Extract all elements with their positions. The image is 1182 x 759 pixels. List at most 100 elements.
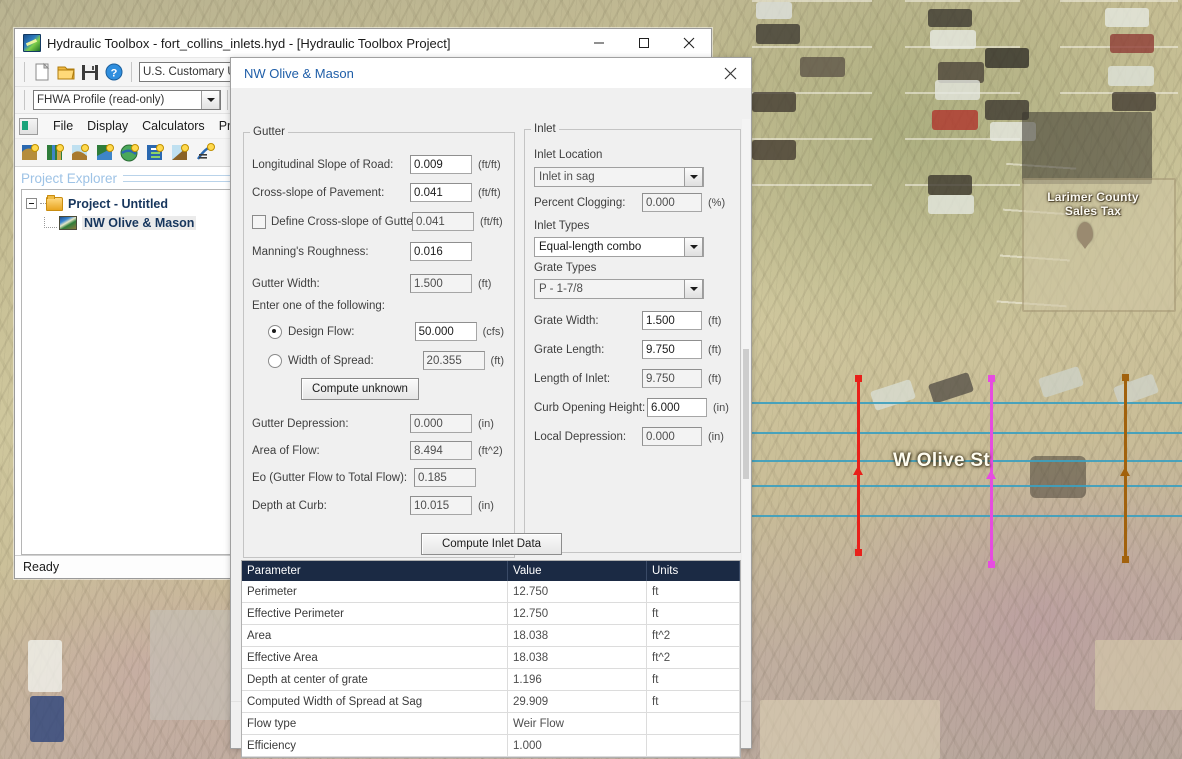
maximize-icon[interactable]	[621, 29, 666, 57]
table-row[interactable]: Efficiency1.000	[242, 735, 740, 757]
compute-inlet-data-button[interactable]: Compute Inlet Data	[421, 533, 562, 555]
cell-value: 29.909	[508, 691, 647, 713]
save-disk-icon[interactable]	[79, 61, 101, 83]
median-ditch-icon[interactable]	[44, 142, 67, 164]
inlet-types-combo[interactable]: Equal-length combo	[534, 237, 704, 257]
table-row[interactable]: Depth at center of grate1.196ft	[242, 669, 740, 691]
menu-item-calculators[interactable]: Calculators	[135, 117, 212, 135]
cell-units: ft^2	[647, 625, 740, 647]
area-of-flow-input[interactable]	[410, 441, 472, 460]
chevron-down-icon[interactable]	[201, 90, 220, 110]
cross-slope-gutter-input[interactable]	[412, 212, 474, 231]
results-table[interactable]: Parameter Value Units Perimeter12.750ftE…	[241, 560, 741, 758]
grate-types-combo[interactable]: P - 1-7/8	[534, 279, 704, 299]
close-icon[interactable]	[709, 58, 751, 88]
menu-item-file[interactable]: File	[46, 117, 80, 135]
field-label: Design Flow:	[288, 326, 415, 338]
inlet-dialog: NW Olive & Mason Gutter Longitudinal Slo…	[230, 57, 752, 749]
table-row[interactable]: Flow typeWeir Flow	[242, 713, 740, 735]
cross-slope-pavement-input[interactable]	[410, 183, 472, 202]
cross-section-red[interactable]	[857, 378, 860, 553]
mannings-roughness-input[interactable]	[410, 242, 472, 261]
field-gutter-width: Gutter Width: (ft)	[252, 274, 504, 293]
folder-icon	[46, 197, 63, 211]
field-unit: (ft)	[708, 373, 721, 385]
grate-width-input[interactable]	[642, 311, 702, 330]
tree-row-project[interactable]: Project - Untitled	[26, 194, 232, 213]
results-table-body: Perimeter12.750ftEffective Perimeter12.7…	[242, 581, 740, 757]
define-cross-slope-checkbox[interactable]	[252, 215, 266, 229]
close-icon[interactable]	[666, 29, 711, 57]
units-combo[interactable]: U.S. Customary U	[139, 62, 243, 82]
car	[1110, 34, 1154, 53]
inlet-location-combo[interactable]: Inlet in sag	[534, 167, 704, 187]
design-flow-input[interactable]	[415, 322, 477, 341]
menu-item-display[interactable]: Display	[80, 117, 135, 135]
field-label: Grate Length:	[534, 344, 642, 356]
cell-parameter: Effective Area	[242, 647, 508, 669]
dialog-content: Gutter Longitudinal Slope of Road: (ft/f…	[231, 88, 751, 701]
cell-value: 12.750	[508, 581, 647, 603]
car	[935, 80, 980, 100]
help-question-icon[interactable]: ?	[103, 61, 125, 83]
app-logo-icon	[23, 34, 41, 52]
length-of-inlet-input[interactable]	[642, 369, 702, 388]
chevron-down-icon[interactable]	[684, 279, 703, 299]
car	[30, 696, 64, 742]
weir-icon[interactable]	[94, 142, 117, 164]
field-label: Eo (Gutter Flow to Total Flow):	[252, 472, 414, 484]
field-local-depression: Local Depression: (in)	[534, 427, 734, 446]
minimize-icon[interactable]	[576, 29, 621, 57]
curve-number-icon[interactable]	[194, 142, 217, 164]
cross-section-magenta[interactable]	[990, 378, 993, 565]
option-width-of-spread: Width of Spread: (ft)	[268, 351, 504, 370]
table-row[interactable]: Computed Width of Spread at Sag29.909ft	[242, 691, 740, 713]
table-row[interactable]: Effective Area18.038ft^2	[242, 647, 740, 669]
tree-collapse-icon[interactable]	[26, 198, 37, 209]
design-flow-radio[interactable]	[268, 325, 282, 339]
new-file-icon[interactable]	[31, 61, 53, 83]
field-gutter-depression: Gutter Depression: (in)	[252, 414, 504, 433]
depth-at-curb-input[interactable]	[410, 496, 472, 515]
gutter-depression-input[interactable]	[410, 414, 472, 433]
poi-label-line2: Sales Tax	[1008, 204, 1178, 218]
riprap-icon[interactable]	[69, 142, 92, 164]
dialog-titlebar: NW Olive & Mason	[231, 58, 751, 88]
scrollbar-thumb[interactable]	[743, 349, 749, 479]
cross-section-brown[interactable]	[1124, 377, 1127, 560]
gutter-width-input[interactable]	[410, 274, 472, 293]
car	[932, 110, 978, 130]
culvert-icon[interactable]	[169, 142, 192, 164]
curb-opening-height-input[interactable]	[647, 398, 707, 417]
table-row[interactable]: Area18.038ft^2	[242, 625, 740, 647]
local-depression-input[interactable]	[642, 427, 702, 446]
longitudinal-slope-input[interactable]	[410, 155, 472, 174]
width-of-spread-radio[interactable]	[268, 354, 282, 368]
chevron-down-icon[interactable]	[684, 167, 703, 187]
cell-value: 18.038	[508, 647, 647, 669]
table-row[interactable]: Perimeter12.750ft	[242, 581, 740, 603]
field-label: Define Cross-slope of Gutter	[271, 216, 412, 228]
width-of-spread-input[interactable]	[423, 351, 485, 370]
field-unit: (ft/ft)	[478, 187, 501, 199]
eo-gutter-flow-input[interactable]	[414, 468, 476, 487]
toolbar-divider	[24, 90, 25, 110]
percent-clogging-input[interactable]	[642, 193, 702, 212]
project-tree[interactable]: Project - Untitled NW Olive & Mason	[21, 189, 233, 555]
grate-length-input[interactable]	[642, 340, 702, 359]
dialog-scrollbar[interactable]	[742, 119, 750, 700]
tree-row-inlet[interactable]: NW Olive & Mason	[26, 213, 232, 232]
basin-icon[interactable]	[119, 142, 142, 164]
open-folder-icon[interactable]	[55, 61, 77, 83]
report-icon[interactable]	[144, 142, 167, 164]
profile-combo-value: FHWA Profile (read-only)	[37, 94, 164, 106]
flow-line	[748, 432, 1182, 434]
field-unit: (ft/ft)	[478, 159, 501, 171]
compute-unknown-button[interactable]: Compute unknown	[301, 378, 419, 400]
field-label: Cross-slope of Pavement:	[252, 187, 410, 199]
channel-icon[interactable]	[19, 142, 42, 164]
table-row[interactable]: Effective Perimeter12.750ft	[242, 603, 740, 625]
profile-combo[interactable]: FHWA Profile (read-only)	[33, 90, 221, 110]
inlet-location-label: Inlet Location	[534, 149, 602, 161]
chevron-down-icon[interactable]	[684, 237, 703, 257]
